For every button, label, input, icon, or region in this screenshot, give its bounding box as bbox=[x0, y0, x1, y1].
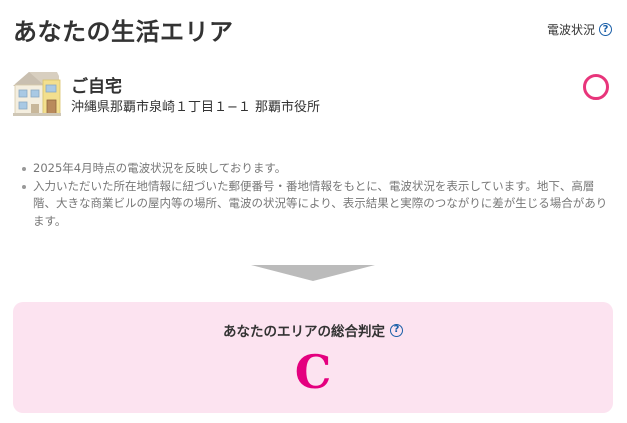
notes-list: 2025年4月時点の電波状況を反映しております。 入力いただいた所在地情報に紐づ… bbox=[20, 160, 612, 230]
result-label: あなたのエリアの総合判定 bbox=[223, 324, 385, 340]
overall-result-card: あなたのエリアの総合判定 ? C bbox=[13, 302, 613, 413]
note-item: 2025年4月時点の電波状況を反映しております。 bbox=[20, 160, 612, 178]
signal-status-label: 電波状況 bbox=[546, 23, 595, 37]
pink-circle-icon bbox=[583, 74, 609, 100]
result-label-row: あなたのエリアの総合判定 ? bbox=[13, 320, 613, 340]
page-title: あなたの生活エリア bbox=[13, 18, 234, 46]
question-circle-icon[interactable]: ? bbox=[390, 323, 403, 337]
home-address: 沖縄県那覇市泉崎１丁目１−１ 那覇市役所 bbox=[71, 100, 321, 115]
living-area-page: あなたの生活エリア 電波状況 ? ご自宅 沖縄県那覇市泉崎１丁目１−１ 那覇市役… bbox=[0, 0, 627, 423]
down-arrow-icon bbox=[251, 265, 375, 281]
signal-status-link[interactable]: 電波状況 ? bbox=[547, 21, 612, 38]
question-circle-icon[interactable]: ? bbox=[599, 23, 612, 36]
home-name: ご自宅 bbox=[71, 77, 122, 97]
home-location-row[interactable]: ご自宅 沖縄県那覇市泉崎１丁目１−１ 那覇市役所 bbox=[13, 68, 613, 116]
overall-grade: C bbox=[294, 345, 332, 399]
note-item: 入力いただいた所在地情報に紐づいた郵便番号・番地情報をもとに、電波状況を表示して… bbox=[20, 178, 612, 231]
house-icon bbox=[13, 68, 61, 116]
